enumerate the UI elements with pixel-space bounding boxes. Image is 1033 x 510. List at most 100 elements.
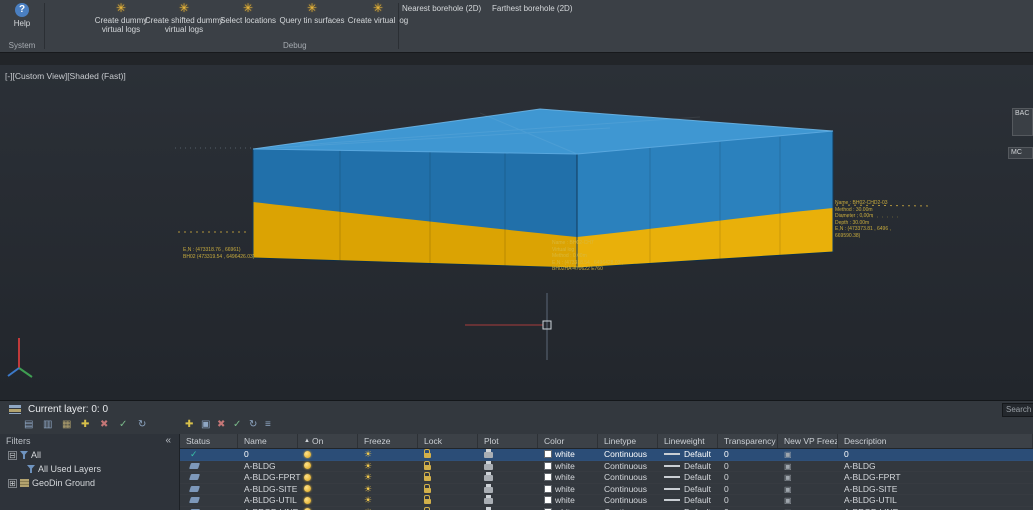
layer-transparency-cell[interactable]: 0 — [718, 461, 778, 472]
tree-expander-icon[interactable]: ⊞ — [8, 479, 17, 488]
layer-plot-toggle[interactable] — [478, 507, 538, 510]
layer-transparency-cell[interactable]: 0 — [718, 449, 778, 460]
layer-name[interactable]: A-BLDG-FPRT — [238, 472, 298, 483]
layer-on-toggle[interactable] — [298, 449, 358, 460]
new-layer-icon[interactable]: ✚ — [185, 419, 193, 431]
layer-lock-toggle[interactable] — [418, 472, 478, 483]
query-tin-surfaces-button[interactable]: ✳ Query tin surfaces — [278, 1, 346, 34]
layer-vp-freeze-toggle[interactable] — [778, 472, 838, 483]
layer-row[interactable]: A-BLDG-FPRT white Continuous Default 0 A… — [180, 472, 1033, 484]
layer-vp-freeze-toggle[interactable] — [778, 507, 838, 510]
layer-lineweight-cell[interactable]: Default — [658, 461, 718, 472]
layer-name[interactable]: A-PROP-LINE — [238, 507, 298, 510]
layer-on-toggle[interactable] — [298, 472, 358, 483]
layer-plot-toggle[interactable] — [478, 472, 538, 483]
layer-on-toggle[interactable] — [298, 507, 358, 510]
layer-on-toggle[interactable] — [298, 495, 358, 506]
layer-name[interactable]: A-BLDG-UTIL — [238, 495, 298, 506]
layer-description-cell[interactable]: A-BLDG-SITE — [838, 484, 1033, 495]
layer-description-cell[interactable]: A-BLDG-FPRT — [838, 472, 1033, 483]
layer-transparency-cell[interactable]: 0 — [718, 472, 778, 483]
apply-filter-icon[interactable]: ✓ — [119, 419, 127, 431]
column-header-new-vp-freeze[interactable]: New VP Freeze — [778, 434, 838, 448]
ucs-icon[interactable] — [8, 338, 32, 377]
layer-description-cell[interactable]: A-BLDG-UTIL — [838, 495, 1033, 506]
layer-vp-freeze-toggle[interactable] — [778, 484, 838, 495]
new-vp-frozen-layer-icon[interactable]: ▣ — [201, 419, 210, 431]
viewport-controls-label[interactable]: [-][Custom View][Shaded (Fast)] — [5, 71, 126, 81]
layer-name[interactable]: A-BLDG-SITE — [238, 484, 298, 495]
layer-row[interactable]: A-BLDG-SITE white Continuous Default 0 A… — [180, 484, 1033, 496]
layer-search-input[interactable]: Search — [1002, 403, 1033, 417]
column-header-status[interactable]: Status — [180, 434, 238, 448]
layer-linetype-cell[interactable]: Continuous — [598, 484, 658, 495]
column-header-description[interactable]: Description — [838, 434, 1033, 448]
side-panel-cutoff[interactable]: BAC — [1012, 108, 1033, 136]
add-filter-icon[interactable]: ✚ — [81, 419, 89, 431]
layer-lineweight-cell[interactable]: Default — [658, 507, 718, 510]
layer-transparency-cell[interactable]: 0 — [718, 507, 778, 510]
collapse-filters-button[interactable]: « — [165, 435, 171, 446]
filter-item-all[interactable]: ⊟ All — [0, 448, 179, 462]
help-button[interactable]: ? Help — [2, 3, 42, 37]
refresh-icon[interactable]: ↻ — [138, 419, 146, 431]
layer-freeze-toggle[interactable] — [358, 507, 418, 510]
layer-freeze-toggle[interactable] — [358, 484, 418, 495]
create-dummy-virtual-logs-button[interactable]: ✳ Create dummy virtual logs — [92, 1, 150, 34]
layer-on-toggle[interactable] — [298, 484, 358, 495]
column-header-lock[interactable]: Lock — [418, 434, 478, 448]
filter-item-geodin-ground[interactable]: ⊞ GeoDin Ground — [0, 476, 179, 490]
layer-states-icon[interactable]: ▦ — [62, 419, 71, 431]
layer-plot-toggle[interactable] — [478, 484, 538, 495]
filter-item-all-used-layers[interactable]: All Used Layers — [0, 462, 179, 476]
layer-plot-toggle[interactable] — [478, 495, 538, 506]
layer-freeze-toggle[interactable] — [358, 472, 418, 483]
layer-name[interactable]: 0 — [238, 449, 298, 460]
tin-solid-model[interactable] — [253, 109, 833, 268]
layer-linetype-cell[interactable]: Continuous — [598, 507, 658, 510]
layer-row[interactable]: A-PROP-LINE white Continuous Default 0 A… — [180, 507, 1033, 510]
column-header-linetype[interactable]: Linetype — [598, 434, 658, 448]
layer-color-cell[interactable]: white — [538, 449, 598, 460]
layer-linetype-cell[interactable]: Continuous — [598, 461, 658, 472]
layer-description-cell[interactable]: A-PROP-LINE — [838, 507, 1033, 510]
layer-lock-toggle[interactable] — [418, 449, 478, 460]
side-panel-cutoff[interactable]: MC — [1008, 147, 1033, 159]
layer-color-cell[interactable]: white — [538, 484, 598, 495]
layer-lineweight-cell[interactable]: Default — [658, 472, 718, 483]
layer-row[interactable]: A-BLDG white Continuous Default 0 A-BLDG — [180, 461, 1033, 473]
create-shifted-dummy-virtual-logs-button[interactable]: ✳ Create shifted dummy virtual logs — [150, 1, 218, 34]
layer-linetype-cell[interactable]: Continuous — [598, 472, 658, 483]
layer-freeze-toggle[interactable] — [358, 461, 418, 472]
layer-vp-freeze-toggle[interactable] — [778, 495, 838, 506]
layer-lock-toggle[interactable] — [418, 461, 478, 472]
layer-plot-toggle[interactable] — [478, 461, 538, 472]
tree-expander-icon[interactable]: ⊟ — [8, 451, 17, 460]
layer-row[interactable]: A-BLDG-UTIL white Continuous Default 0 A… — [180, 495, 1033, 507]
nearest-borehole-2d-button[interactable]: Nearest borehole (2D) — [402, 4, 481, 13]
column-header-on[interactable]: ▲On — [298, 434, 358, 448]
column-header-color[interactable]: Color — [538, 434, 598, 448]
layer-description-cell[interactable]: 0 — [838, 449, 1033, 460]
layer-color-cell[interactable]: white — [538, 472, 598, 483]
layer-vp-freeze-toggle[interactable] — [778, 461, 838, 472]
delete-filter-icon[interactable]: ✖ — [100, 419, 108, 431]
layer-linetype-cell[interactable]: Continuous — [598, 495, 658, 506]
layer-lineweight-cell[interactable]: Default — [658, 449, 718, 460]
column-header-freeze[interactable]: Freeze — [358, 434, 418, 448]
layer-description-cell[interactable]: A-BLDG — [838, 461, 1033, 472]
column-header-name[interactable]: Name — [238, 434, 298, 448]
layer-lock-toggle[interactable] — [418, 495, 478, 506]
layer-color-cell[interactable]: white — [538, 495, 598, 506]
refresh-icon[interactable]: ↻ — [249, 419, 257, 431]
layer-on-toggle[interactable] — [298, 461, 358, 472]
select-locations-button[interactable]: ✳ Select locations — [218, 1, 278, 34]
layer-plot-toggle[interactable] — [478, 449, 538, 460]
delete-layer-icon[interactable]: ✖ — [217, 419, 225, 431]
column-header-lineweight[interactable]: Lineweight — [658, 434, 718, 448]
column-header-transparency[interactable]: Transparency — [718, 434, 778, 448]
drawing-viewport[interactable]: [-][Custom View][Shaded (Fast)] E,N : (4… — [0, 65, 1033, 400]
layer-lock-toggle[interactable] — [418, 507, 478, 510]
farthest-borehole-2d-button[interactable]: Farthest borehole (2D) — [492, 4, 572, 13]
layer-row[interactable]: ✓ 0 white Continuous Default 0 0 — [180, 449, 1033, 461]
